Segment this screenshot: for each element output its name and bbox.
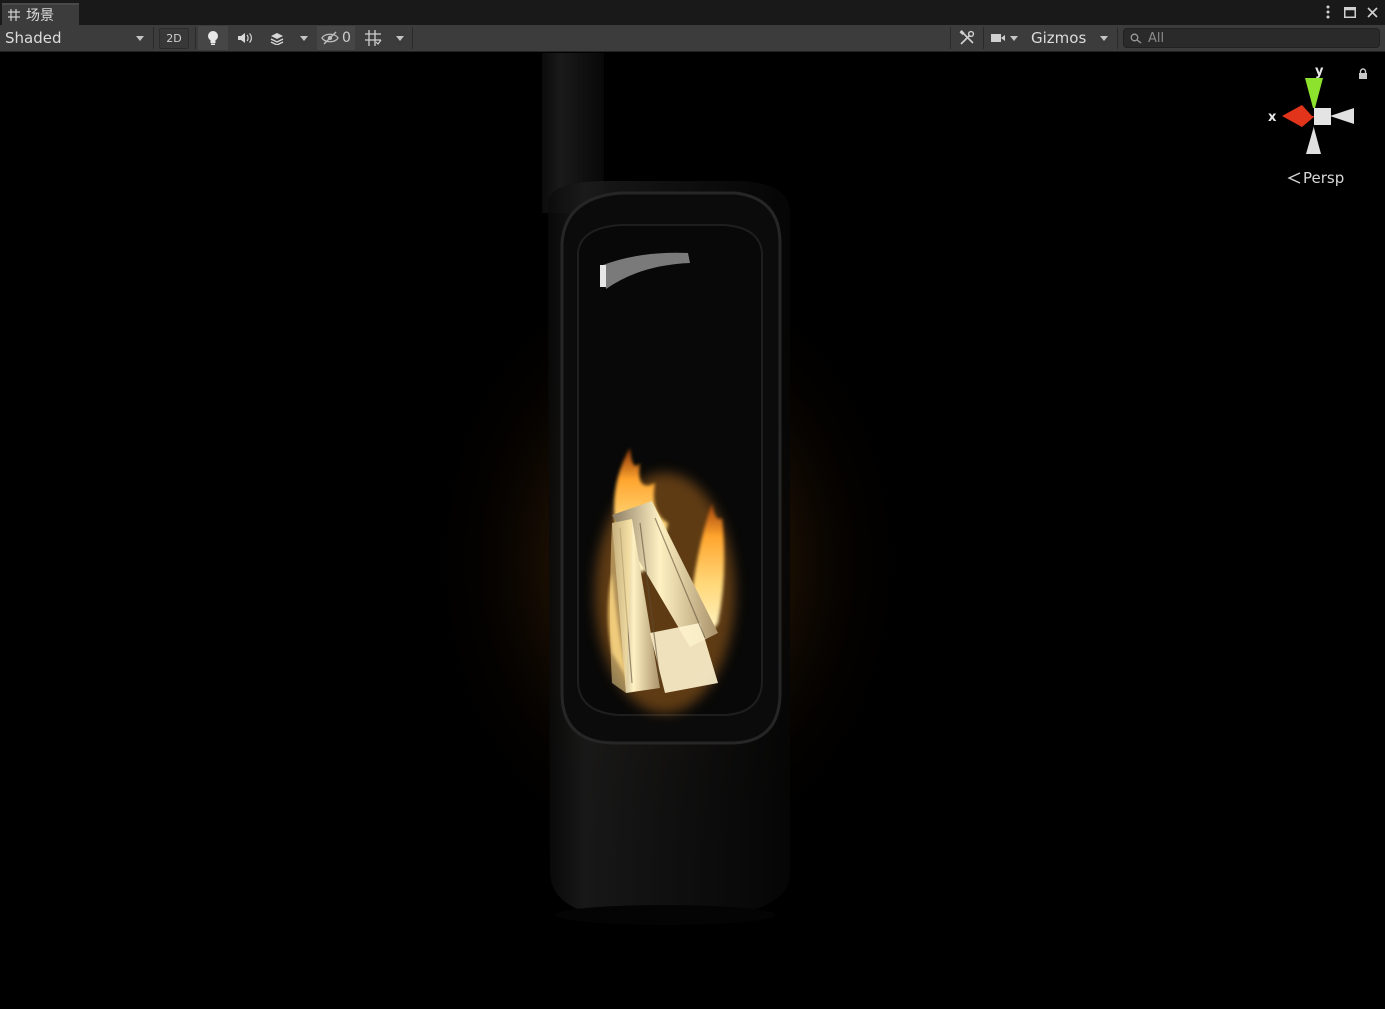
gizmo-x-label: x — [1268, 110, 1277, 125]
effects-dropdown[interactable] — [294, 26, 314, 50]
audio-toggle-button[interactable] — [230, 26, 260, 50]
tab-title: 场景 — [26, 8, 54, 24]
tab-scene[interactable]: 场景 — [2, 3, 79, 25]
orientation-gizmo[interactable]: y x — [1262, 60, 1362, 160]
grid-icon — [8, 9, 20, 21]
gizmo-x-cone[interactable] — [1282, 105, 1315, 127]
grid-dropdown[interactable] — [390, 26, 410, 50]
toggle-2d-button[interactable]: 2D — [159, 28, 189, 49]
lighting-toggle-button[interactable] — [198, 26, 228, 50]
separator — [950, 27, 951, 49]
scene-render — [408, 53, 928, 925]
gizmo-neg-y-cone[interactable] — [1306, 126, 1321, 154]
gizmo-y-cone[interactable] — [1305, 78, 1323, 108]
separator — [195, 27, 196, 49]
scene-visibility-toggle[interactable]: 0 — [317, 26, 355, 50]
separator — [1117, 27, 1118, 49]
layers-effects-icon — [270, 33, 284, 45]
tools-icon — [959, 30, 975, 45]
search-input[interactable] — [1148, 30, 1368, 46]
chevron-down-icon — [1100, 35, 1108, 41]
separator — [983, 27, 984, 49]
handle-highlight — [600, 265, 606, 287]
window-controls — [1321, 4, 1379, 20]
chevron-down-icon — [396, 35, 404, 41]
projection-toggle[interactable]: Persp — [1287, 169, 1344, 187]
toggle-2d-label: 2D — [166, 32, 182, 45]
perspective-icon — [1287, 172, 1301, 184]
separator — [153, 27, 154, 49]
chevron-down-icon — [136, 35, 144, 41]
gizmos-label: Gizmos — [1031, 29, 1087, 47]
camera-settings-dropdown[interactable] — [985, 26, 1023, 50]
camera-icon — [991, 34, 1005, 42]
stove-base — [555, 905, 775, 925]
tab-bar: 场景 — [0, 0, 1385, 25]
grid-snap-icon — [365, 30, 382, 46]
draw-mode-label: Shaded — [5, 29, 62, 47]
gizmos-dropdown[interactable]: Gizmos — [1027, 26, 1115, 50]
scene-viewport[interactable] — [0, 53, 1385, 1009]
kebab-menu-icon[interactable] — [1321, 4, 1335, 20]
hidden-eye-icon — [321, 31, 339, 45]
search-field[interactable] — [1123, 28, 1380, 48]
tools-button[interactable] — [952, 26, 982, 50]
close-icon[interactable] — [1365, 4, 1379, 20]
speaker-icon — [238, 33, 252, 43]
chevron-down-icon — [1010, 35, 1018, 41]
search-icon — [1130, 33, 1142, 44]
scene-toolbar: Shaded 2D 0 Gizmos All — [0, 25, 1385, 52]
gizmo-neg-x-cone[interactable] — [1330, 108, 1354, 124]
draw-mode-dropdown[interactable]: Shaded — [0, 26, 151, 50]
light-bulb-icon — [208, 31, 218, 45]
effects-toggle-button[interactable] — [262, 26, 292, 50]
grid-toggle-button[interactable] — [358, 26, 388, 50]
chevron-down-icon — [300, 35, 308, 41]
hidden-count: 0 — [342, 30, 351, 46]
maximize-icon[interactable] — [1343, 4, 1357, 20]
gizmo-center-cube[interactable] — [1314, 108, 1331, 125]
projection-label: Persp — [1303, 169, 1345, 187]
separator — [412, 27, 413, 49]
gizmo-y-label: y — [1315, 64, 1324, 79]
